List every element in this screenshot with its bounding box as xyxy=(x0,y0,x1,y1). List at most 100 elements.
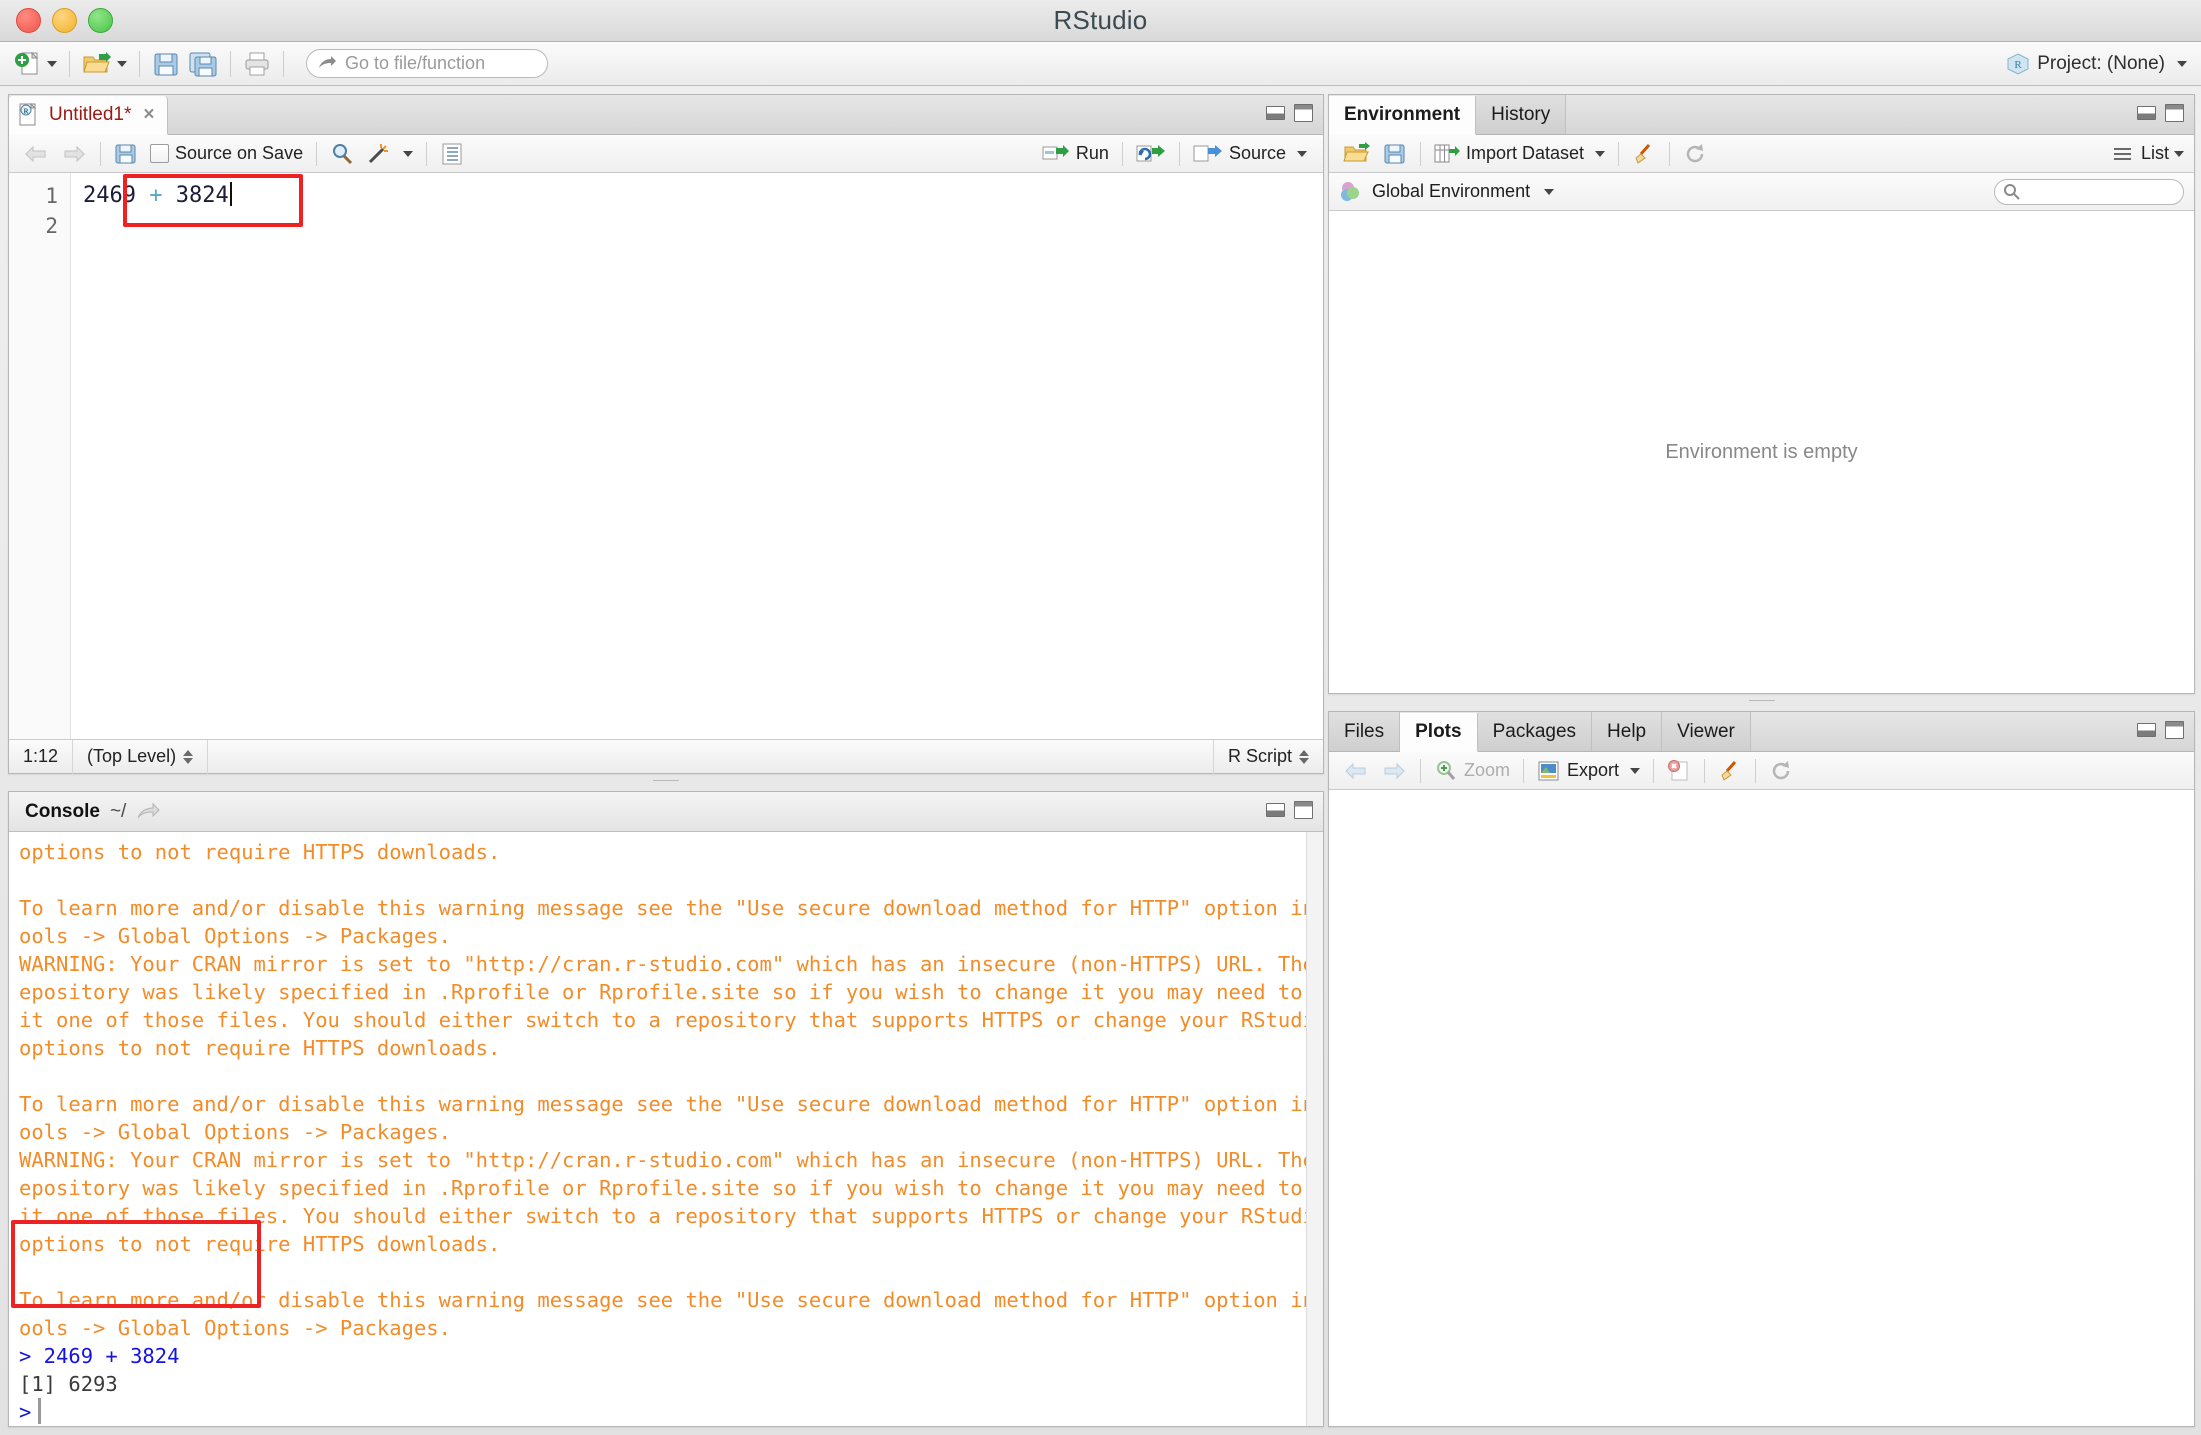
left-column: R Untitled1* × Source on Save Run Source… xyxy=(8,94,1324,1427)
find-replace-button[interactable] xyxy=(324,139,360,169)
tab-label: Viewer xyxy=(1677,720,1735,742)
environment-refresh-button[interactable] xyxy=(1677,139,1713,169)
environment-chevron-down-icon[interactable] xyxy=(1544,188,1555,195)
export-chevron-down-icon[interactable] xyxy=(1630,767,1641,774)
export-image-icon xyxy=(1538,761,1559,780)
code-text-area[interactable]: 2469 + 3824 xyxy=(71,173,1323,739)
tab-history[interactable]: History xyxy=(1476,95,1567,134)
print-button[interactable] xyxy=(239,47,275,81)
console-scrollbar[interactable] xyxy=(1306,832,1323,1426)
project-cube-icon: R xyxy=(2006,52,2030,76)
tab-viewer[interactable]: Viewer xyxy=(1662,712,1751,751)
remove-plot-button[interactable] xyxy=(1661,756,1697,786)
maximize-panel-icon[interactable] xyxy=(1294,104,1313,122)
project-selector[interactable]: R Project: (None) xyxy=(2006,42,2187,86)
svg-text:R: R xyxy=(2015,59,2023,71)
tab-plots[interactable]: Plots xyxy=(1400,713,1478,752)
source-forward-button[interactable] xyxy=(55,139,93,169)
console-output[interactable]: options to not require HTTPS downloads. … xyxy=(9,832,1323,1426)
editor-status-bar: 1:12 (Top Level) R Script xyxy=(9,739,1323,774)
console-line: options to not require HTTPS downloads. xyxy=(19,840,501,864)
scope-selector[interactable]: (Top Level) xyxy=(73,739,209,774)
horizontal-splitter[interactable] xyxy=(1328,700,2195,705)
rerun-button[interactable] xyxy=(1130,139,1172,169)
code-tools-chevron-down-icon[interactable] xyxy=(403,150,414,157)
source-chevron-down-icon[interactable] xyxy=(1297,150,1307,157)
clear-plots-button[interactable] xyxy=(1712,756,1748,786)
line-number: 2 xyxy=(45,214,58,238)
source-on-save-checkbox[interactable]: Source on Save xyxy=(144,139,309,169)
plot-zoom-button[interactable]: Zoom xyxy=(1428,756,1516,786)
save-button[interactable] xyxy=(148,47,184,81)
minimize-panel-icon[interactable] xyxy=(2137,723,2156,737)
console-line: ools -> Global Options -> Packages. xyxy=(19,924,451,948)
close-tab-icon[interactable]: × xyxy=(143,104,154,126)
source-icon xyxy=(1193,144,1222,161)
zoom-label: Zoom xyxy=(1464,760,1511,780)
console-line: options to not require HTTPS downloads. xyxy=(19,1232,501,1256)
minimize-panel-icon[interactable] xyxy=(2137,106,2156,120)
tab-files[interactable]: Files xyxy=(1329,712,1401,751)
tab-untitled1[interactable]: R Untitled1* × xyxy=(9,96,168,135)
toolbar-divider xyxy=(1178,141,1180,166)
clear-objects-button[interactable] xyxy=(1626,139,1662,169)
open-file-chevron-down-icon[interactable] xyxy=(117,60,127,67)
import-dataset-chevron-down-icon[interactable] xyxy=(1595,150,1606,157)
import-dataset-label: Import Dataset xyxy=(1466,143,1585,163)
new-file-chevron-down-icon[interactable] xyxy=(47,60,57,67)
maximize-panel-icon[interactable] xyxy=(1294,801,1313,819)
broom-icon xyxy=(1721,760,1737,781)
minimize-panel-icon[interactable] xyxy=(1266,106,1285,120)
maximize-panel-icon[interactable] xyxy=(2165,104,2184,122)
environment-view-selector[interactable]: List xyxy=(2112,143,2184,164)
console-line: [1] 6293 xyxy=(19,1372,118,1396)
environment-scope-row: Global Environment xyxy=(1329,173,2194,211)
compile-report-button[interactable] xyxy=(434,139,470,169)
file-type-selector[interactable]: R Script xyxy=(1212,739,1323,774)
source-save-button[interactable] xyxy=(108,139,144,169)
plot-forward-button[interactable] xyxy=(1375,756,1413,786)
plot-display-area[interactable] xyxy=(1329,790,2194,1426)
minimize-panel-icon[interactable] xyxy=(1266,803,1285,817)
console-line: > 2469 + 3824 xyxy=(19,1344,180,1368)
source-editor[interactable]: 1 2 2469 + 3824 xyxy=(9,173,1323,739)
console-line: > xyxy=(19,1398,1323,1426)
run-button[interactable]: Run xyxy=(1036,139,1115,169)
project-chevron-down-icon[interactable] xyxy=(2177,61,2187,67)
load-workspace-button[interactable] xyxy=(1337,139,1377,169)
new-file-button[interactable] xyxy=(10,47,61,81)
save-all-button[interactable] xyxy=(184,47,222,81)
code-tools-button[interactable] xyxy=(360,139,419,169)
toolbar-divider xyxy=(1618,141,1620,166)
save-workspace-button[interactable] xyxy=(1377,139,1413,169)
view-mode-chevron-down-icon[interactable] xyxy=(2174,150,2184,157)
source-button[interactable]: Source xyxy=(1187,139,1313,169)
horizontal-splitter[interactable] xyxy=(8,780,1324,785)
source-label: Source xyxy=(1228,143,1286,163)
toolbar-divider xyxy=(100,141,101,166)
console-line: it one of those files. You should either… xyxy=(19,1008,1323,1032)
open-in-window-icon[interactable] xyxy=(136,802,161,822)
magic-wand-icon xyxy=(369,143,389,163)
tab-packages[interactable]: Packages xyxy=(1477,712,1593,751)
file-type-updown-icon[interactable] xyxy=(1299,749,1309,764)
maximize-panel-icon[interactable] xyxy=(2165,721,2184,739)
tab-help[interactable]: Help xyxy=(1592,712,1663,751)
export-plot-button[interactable]: Export xyxy=(1531,756,1646,786)
plot-back-button[interactable] xyxy=(1337,756,1375,786)
scope-updown-icon[interactable] xyxy=(183,749,194,764)
checkbox-box[interactable] xyxy=(150,144,169,163)
open-file-button[interactable] xyxy=(78,47,131,81)
goto-file-function-input[interactable]: Go to file/function xyxy=(306,49,548,78)
tab-label: Files xyxy=(1344,720,1385,742)
console-title: Console xyxy=(25,800,100,822)
source-back-button[interactable] xyxy=(17,139,55,169)
global-environment-label[interactable]: Global Environment xyxy=(1372,181,1530,202)
environment-search-input[interactable] xyxy=(1994,178,2184,205)
console-line-list: options to not require HTTPS downloads. … xyxy=(19,838,1323,1426)
tab-environment[interactable]: Environment xyxy=(1329,96,1477,135)
import-dataset-button[interactable]: Import Dataset xyxy=(1428,139,1611,169)
plots-refresh-button[interactable] xyxy=(1763,756,1799,786)
forward-arrow-icon xyxy=(64,145,85,162)
toolbar-divider xyxy=(230,50,231,77)
